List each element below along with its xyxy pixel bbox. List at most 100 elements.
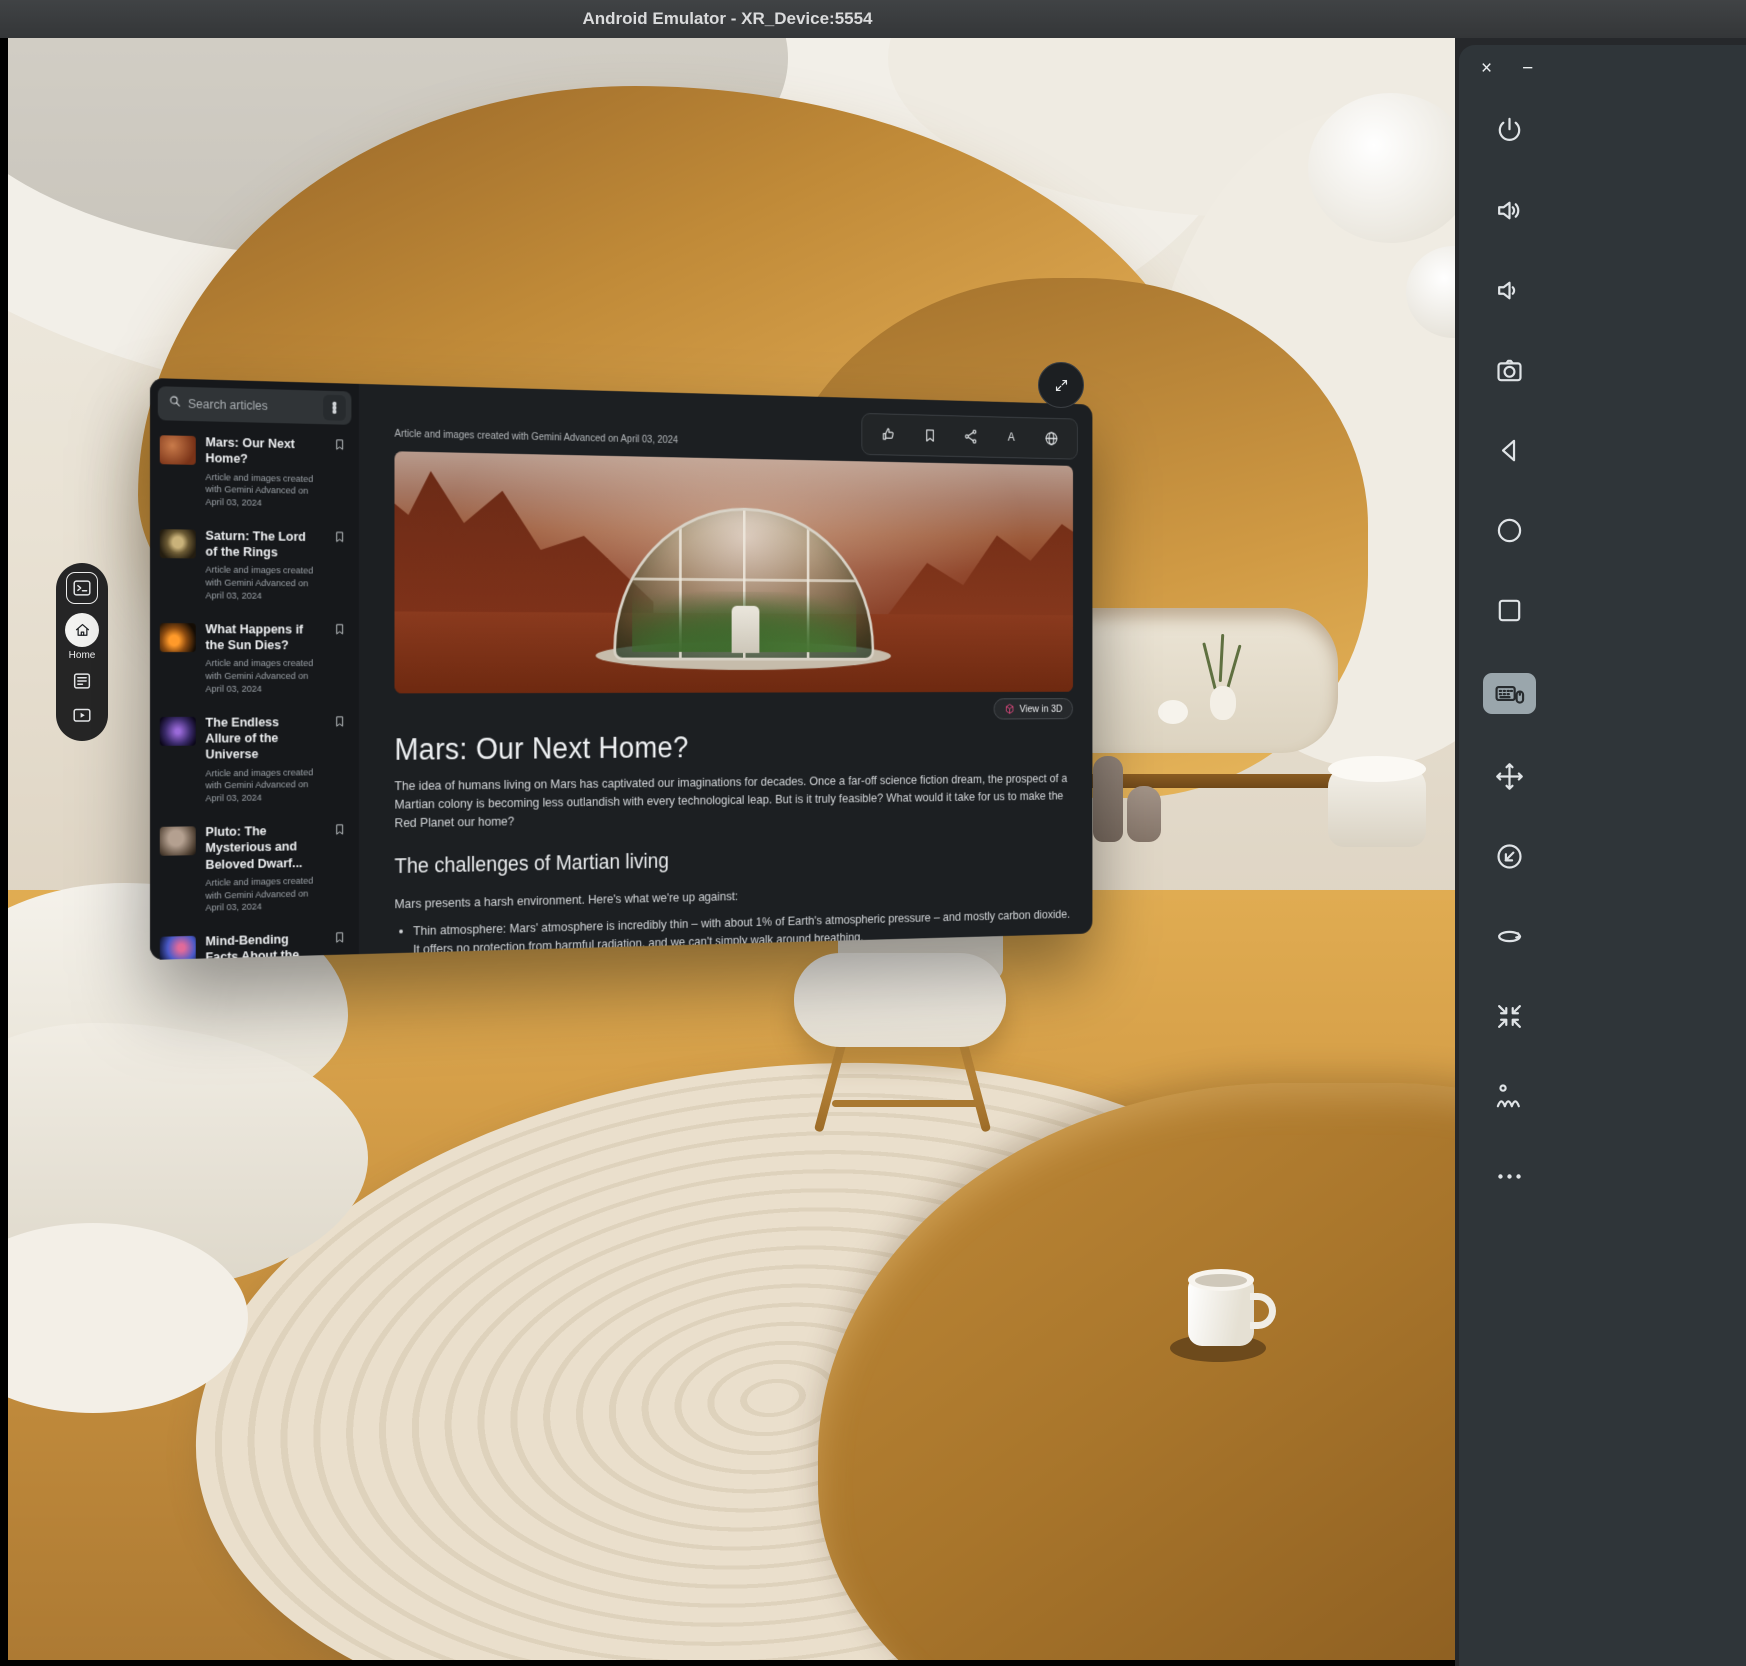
article-item-title: The Endless Allure of the Universe — [205, 714, 312, 763]
move-window-button[interactable] — [1492, 759, 1527, 794]
overflow-menu-button[interactable] — [323, 395, 346, 421]
power-icon — [1494, 115, 1525, 146]
article-thumbnail — [160, 529, 196, 558]
terminal-button[interactable] — [66, 572, 98, 604]
article-text-block: Saturn: The Lord of the Rings Article an… — [205, 528, 326, 604]
home-circle-icon — [1494, 515, 1525, 546]
terminal-icon — [66, 572, 98, 604]
article-list-item[interactable]: Saturn: The Lord of the Rings Article an… — [150, 518, 359, 613]
article-thumbnail — [160, 936, 196, 960]
article-text-block: Pluto: The Mysterious and Beloved Dwarf.… — [205, 822, 326, 916]
chair-crossbar — [832, 1100, 982, 1107]
svg-text:A: A — [1008, 431, 1015, 444]
back-button[interactable] — [1492, 433, 1527, 468]
emulator-toolbar: × − — [1459, 45, 1746, 1666]
home-nav-button[interactable] — [1492, 513, 1527, 548]
article-item-subtitle: Article and images created with Gemini A… — [205, 658, 326, 696]
kebab-icon — [328, 401, 341, 415]
article-title: Mars: Our Next Home? — [394, 728, 1073, 767]
cube-3d-icon — [1004, 703, 1015, 715]
article-text-block: What Happens if the Sun Dies? Article an… — [205, 621, 326, 697]
home-button[interactable]: Home — [65, 613, 99, 661]
article-list-item[interactable]: The Endless Allure of the Universe Artic… — [150, 705, 359, 816]
dome-door — [732, 606, 760, 653]
article-thumbnail — [160, 717, 196, 746]
section-heading: The challenges of Martian living — [394, 842, 1073, 879]
search-bar[interactable] — [158, 386, 352, 425]
screenshot-button[interactable] — [1492, 353, 1527, 388]
article-list-item[interactable]: What Happens if the Sun Dies? Article an… — [150, 612, 359, 706]
article-item-title: Pluto: The Mysterious and Beloved Dwarf.… — [205, 823, 312, 873]
article-item-subtitle: Article and images created with Gemini A… — [205, 875, 326, 916]
motion-tracking-button[interactable] — [1492, 1079, 1527, 1114]
globe-icon — [1044, 430, 1059, 448]
reset-view-button[interactable] — [1492, 839, 1527, 874]
volume-up-button[interactable] — [1492, 193, 1527, 228]
toolbar-window-controls: × − — [1481, 59, 1533, 78]
view-in-3d-button[interactable]: View in 3D — [993, 698, 1073, 719]
article-item-subtitle: Article and images created with Gemini A… — [205, 767, 326, 806]
plant-vase — [1210, 686, 1236, 720]
articles-sidebar: Mars: Our Next Home? Article and images … — [150, 378, 359, 960]
volume-up-icon — [1494, 195, 1525, 226]
text-options-button[interactable]: A — [1004, 429, 1020, 447]
shelf-plant — [1225, 645, 1241, 692]
collapse-arrows-icon — [1494, 1001, 1525, 1032]
article-reader: A Article and images created with Gemini… — [359, 384, 1092, 954]
orbit-rotate-icon — [1494, 921, 1525, 952]
window-title: Android Emulator - XR_Device:5554 — [0, 9, 1455, 29]
articles-feed-button[interactable] — [71, 670, 93, 695]
desktop: Android Emulator - XR_Device:5554 — [0, 0, 1746, 1666]
volume-down-button[interactable] — [1492, 273, 1527, 308]
view-in-3d-label: View in 3D — [1020, 703, 1063, 714]
volume-down-icon — [1494, 275, 1525, 306]
zoom-to-fit-button[interactable] — [1492, 999, 1527, 1034]
panel-expand-button[interactable] — [1038, 362, 1084, 408]
thumbs-up-icon — [881, 426, 897, 444]
like-button[interactable] — [881, 426, 897, 444]
share-icon — [963, 428, 979, 446]
shelf-plant — [1219, 634, 1225, 682]
emulator-screen-frame: Home — [0, 38, 1455, 1666]
article-item-subtitle: Article and images created with Gemini A… — [205, 472, 326, 512]
article-list-item[interactable]: Mars: Our Next Home? Article and images … — [150, 424, 359, 521]
article-thumbnail — [160, 826, 196, 856]
translate-button[interactable] — [1044, 430, 1059, 448]
bookmark-icon[interactable] — [333, 822, 352, 913]
xr-scene-viewport[interactable]: Home — [8, 38, 1455, 1660]
bookmark-icon[interactable] — [333, 622, 352, 697]
shelf-vase — [1158, 700, 1188, 724]
overview-button[interactable] — [1492, 593, 1527, 628]
bookmark-icon — [922, 427, 938, 445]
bookmark-icon[interactable] — [333, 529, 352, 604]
article-list-item[interactable]: Pluto: The Mysterious and Beloved Dwarf.… — [150, 813, 359, 926]
keyboard-input-button[interactable] — [1483, 673, 1536, 714]
article-intro: The idea of humans living on Mars has ca… — [394, 770, 1073, 832]
bookmark-icon[interactable] — [333, 714, 352, 805]
more-options-button[interactable] — [1492, 1159, 1527, 1194]
mars-hero-image — [394, 451, 1073, 693]
bookmark-button[interactable] — [922, 427, 938, 445]
article-thumbnail — [160, 623, 196, 652]
side-table-top — [1328, 756, 1426, 782]
shelf-plant — [1202, 642, 1217, 689]
search-icon — [168, 393, 183, 413]
close-button[interactable]: × — [1481, 59, 1492, 78]
floor-vase-short — [1127, 786, 1161, 842]
article-item-title: Mars: Our Next Home? — [205, 434, 312, 468]
reader-toolbar: A — [861, 413, 1077, 460]
article-text-block: The Endless Allure of the Universe Artic… — [205, 714, 326, 806]
minimize-button[interactable]: − — [1522, 59, 1533, 78]
article-item-subtitle: Article and images created with Gemini A… — [205, 565, 326, 604]
window-titlebar[interactable]: Android Emulator - XR_Device:5554 — [0, 0, 1746, 38]
newspaper-icon — [71, 670, 93, 695]
media-button[interactable] — [71, 704, 93, 729]
articles-panel-wrap: Mars: Our Next Home? Article and images … — [150, 378, 1092, 960]
share-button[interactable] — [963, 428, 979, 446]
power-button[interactable] — [1492, 113, 1527, 148]
bookmark-icon[interactable] — [333, 437, 352, 512]
rotate-view-button[interactable] — [1492, 919, 1527, 954]
video-icon — [71, 704, 93, 729]
article-list-item[interactable]: Mind-Bending Facts About the Universe Ar… — [150, 921, 359, 960]
search-input[interactable] — [188, 397, 317, 414]
